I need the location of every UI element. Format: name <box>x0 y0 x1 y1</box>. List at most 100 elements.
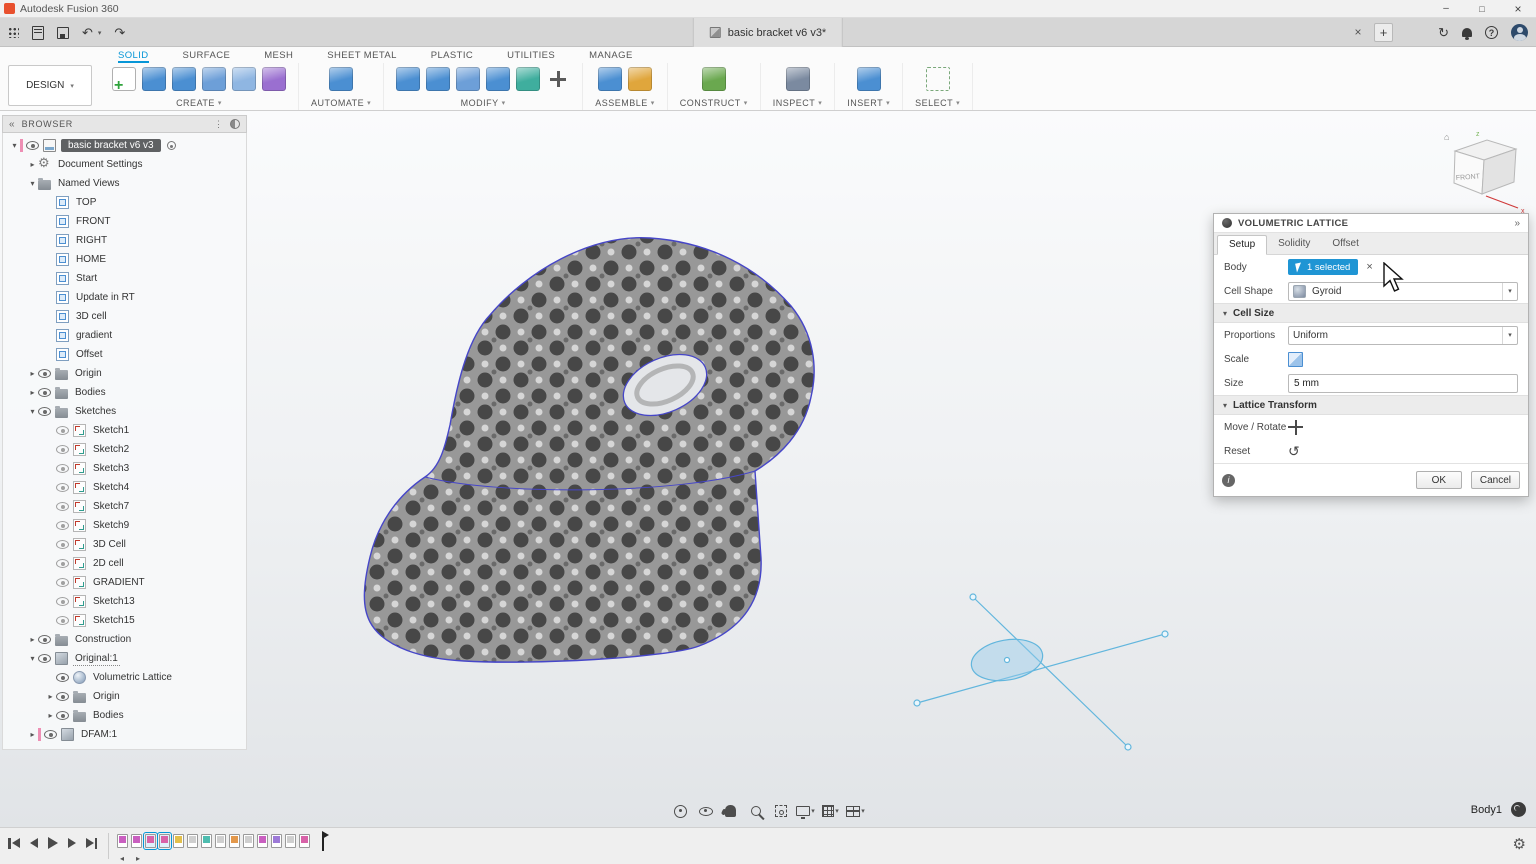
ok-button[interactable]: OK <box>1416 471 1462 489</box>
timeline-feature[interactable] <box>285 834 296 848</box>
browser-tree-item[interactable]: 2D cell <box>3 554 246 573</box>
form-icon[interactable] <box>262 67 286 91</box>
visibility-eye-icon[interactable] <box>56 502 69 511</box>
ribbon-group-label[interactable]: ASSEMBLE <box>595 98 655 108</box>
new-tab-button[interactable] <box>1374 23 1393 42</box>
expand-arrow-icon[interactable] <box>27 179 38 188</box>
ribbon-tab[interactable]: SHEET METAL <box>327 50 397 63</box>
browser-tree-item[interactable]: FRONT <box>3 212 246 231</box>
ribbon-tab[interactable]: SOLID <box>118 50 149 63</box>
browser-tree-item[interactable]: Construction <box>3 630 246 649</box>
visibility-eye-icon[interactable] <box>44 730 57 739</box>
shell-icon[interactable] <box>456 67 480 91</box>
select-window-icon[interactable] <box>926 67 950 91</box>
ribbon-tab[interactable]: MESH <box>264 50 293 63</box>
browser-tree-item[interactable]: Document Settings <box>3 155 246 174</box>
ribbon-group-label[interactable]: INSPECT <box>773 98 823 108</box>
visibility-eye-icon[interactable] <box>56 578 69 587</box>
ribbon-group-label[interactable]: SELECT <box>915 98 960 108</box>
visibility-eye-icon[interactable] <box>56 540 69 549</box>
ribbon-tab[interactable]: PLASTIC <box>431 50 473 63</box>
visibility-eye-icon[interactable] <box>56 445 69 454</box>
browser-display-toggle-icon[interactable] <box>230 119 240 129</box>
dialog-tab[interactable]: Solidity <box>1267 235 1321 254</box>
body-sphere-icon[interactable] <box>1511 802 1526 817</box>
browser-tree-item[interactable]: Sketch13 <box>3 592 246 611</box>
construction-plane-icon[interactable] <box>702 67 726 91</box>
expand-arrow-icon[interactable] <box>27 160 38 169</box>
timeline-feature[interactable] <box>271 834 282 848</box>
cancel-button[interactable]: Cancel <box>1471 471 1520 489</box>
browser-tree-item[interactable]: 3D cell <box>3 307 246 326</box>
visibility-eye-icon[interactable] <box>56 616 69 625</box>
undo-caret-icon[interactable]: ▾ <box>98 29 102 37</box>
browser-tree-item[interactable]: Sketch7 <box>3 497 246 516</box>
ribbon-tab[interactable]: SURFACE <box>183 50 231 63</box>
ribbon-group-label[interactable]: AUTOMATE <box>311 98 371 108</box>
expand-arrow-icon[interactable] <box>45 692 56 701</box>
job-status-icon[interactable] <box>1438 25 1449 41</box>
split-icon[interactable] <box>516 67 540 91</box>
play-button[interactable] <box>48 837 58 849</box>
ribbon-group-label[interactable]: CREATE <box>176 98 222 108</box>
timeline-feature[interactable] <box>173 834 184 848</box>
visibility-eye-icon[interactable] <box>56 692 69 701</box>
timeline-feature[interactable] <box>229 834 240 848</box>
timeline-feature[interactable] <box>145 834 156 848</box>
browser-tree-item[interactable]: DFAM:1 <box>3 725 246 744</box>
document-tab[interactable]: basic bracket v6 v3* <box>693 18 843 47</box>
browser-tree-item[interactable]: Sketch1 <box>3 421 246 440</box>
workspace-selector[interactable]: DESIGN <box>8 65 92 106</box>
torus-icon[interactable] <box>202 67 226 91</box>
dock-panel-icon[interactable] <box>1514 218 1520 229</box>
help-icon[interactable] <box>1485 26 1498 39</box>
visibility-eye-icon[interactable] <box>38 635 51 644</box>
cell-size-section[interactable]: Cell Size <box>1214 303 1528 323</box>
redo-icon[interactable]: ↷ <box>114 26 125 39</box>
browser-tree-item[interactable]: Origin <box>3 687 246 706</box>
new-component-icon[interactable] <box>598 67 622 91</box>
zoom-button[interactable] <box>745 801 766 821</box>
visibility-eye-icon[interactable] <box>38 369 51 378</box>
expand-arrow-icon[interactable] <box>27 388 38 397</box>
orbit-button[interactable] <box>670 801 691 821</box>
skip-to-start-button[interactable] <box>8 838 20 849</box>
save-icon[interactable] <box>57 27 69 39</box>
visibility-eye-icon[interactable] <box>56 559 69 568</box>
app-grid-icon[interactable] <box>8 27 19 38</box>
visibility-eye-icon[interactable] <box>56 597 69 606</box>
user-avatar[interactable] <box>1511 24 1528 41</box>
browser-tree-item[interactable]: HOME <box>3 250 246 269</box>
timeline-position-marker[interactable] <box>322 832 324 851</box>
expand-arrow-icon[interactable] <box>27 654 38 663</box>
browser-tree-item[interactable]: 3D Cell <box>3 535 246 554</box>
expand-arrow-icon[interactable] <box>27 730 38 739</box>
browser-tree-item[interactable]: GRADIENT <box>3 573 246 592</box>
browser-tree-item[interactable]: Origin <box>3 364 246 383</box>
proportions-dropdown[interactable]: Uniform <box>1288 326 1518 345</box>
measure-icon[interactable] <box>786 67 810 91</box>
timeline-feature[interactable] <box>159 834 170 848</box>
dialog-tab[interactable]: Setup <box>1217 235 1267 255</box>
ribbon-group-label[interactable]: CONSTRUCT <box>680 98 748 108</box>
browser-menu-icon[interactable] <box>214 119 223 130</box>
browser-tree-item[interactable]: Sketch4 <box>3 478 246 497</box>
configure-icon[interactable] <box>329 67 353 91</box>
visibility-eye-icon[interactable] <box>56 464 69 473</box>
minimize-button[interactable] <box>1428 0 1464 18</box>
joint-icon[interactable] <box>628 67 652 91</box>
move-rotate-icon[interactable] <box>1288 420 1303 435</box>
viewports-button[interactable] <box>845 801 866 821</box>
move-copy-icon[interactable] <box>546 67 570 91</box>
body-selection-chip[interactable]: 1 selected <box>1288 259 1358 275</box>
scroll-right-icon[interactable] <box>136 854 140 863</box>
browser-tree-item[interactable]: Update in RT <box>3 288 246 307</box>
timeline-feature[interactable] <box>257 834 268 848</box>
display-settings-button[interactable] <box>795 801 816 821</box>
expand-arrow-icon[interactable] <box>27 407 38 416</box>
lattice-transform-section[interactable]: Lattice Transform <box>1214 395 1528 415</box>
size-input[interactable] <box>1288 374 1518 393</box>
step-forward-button[interactable] <box>68 838 76 848</box>
browser-tree-item[interactable]: Sketch15 <box>3 611 246 630</box>
browser-tree-item[interactable]: Sketches <box>3 402 246 421</box>
